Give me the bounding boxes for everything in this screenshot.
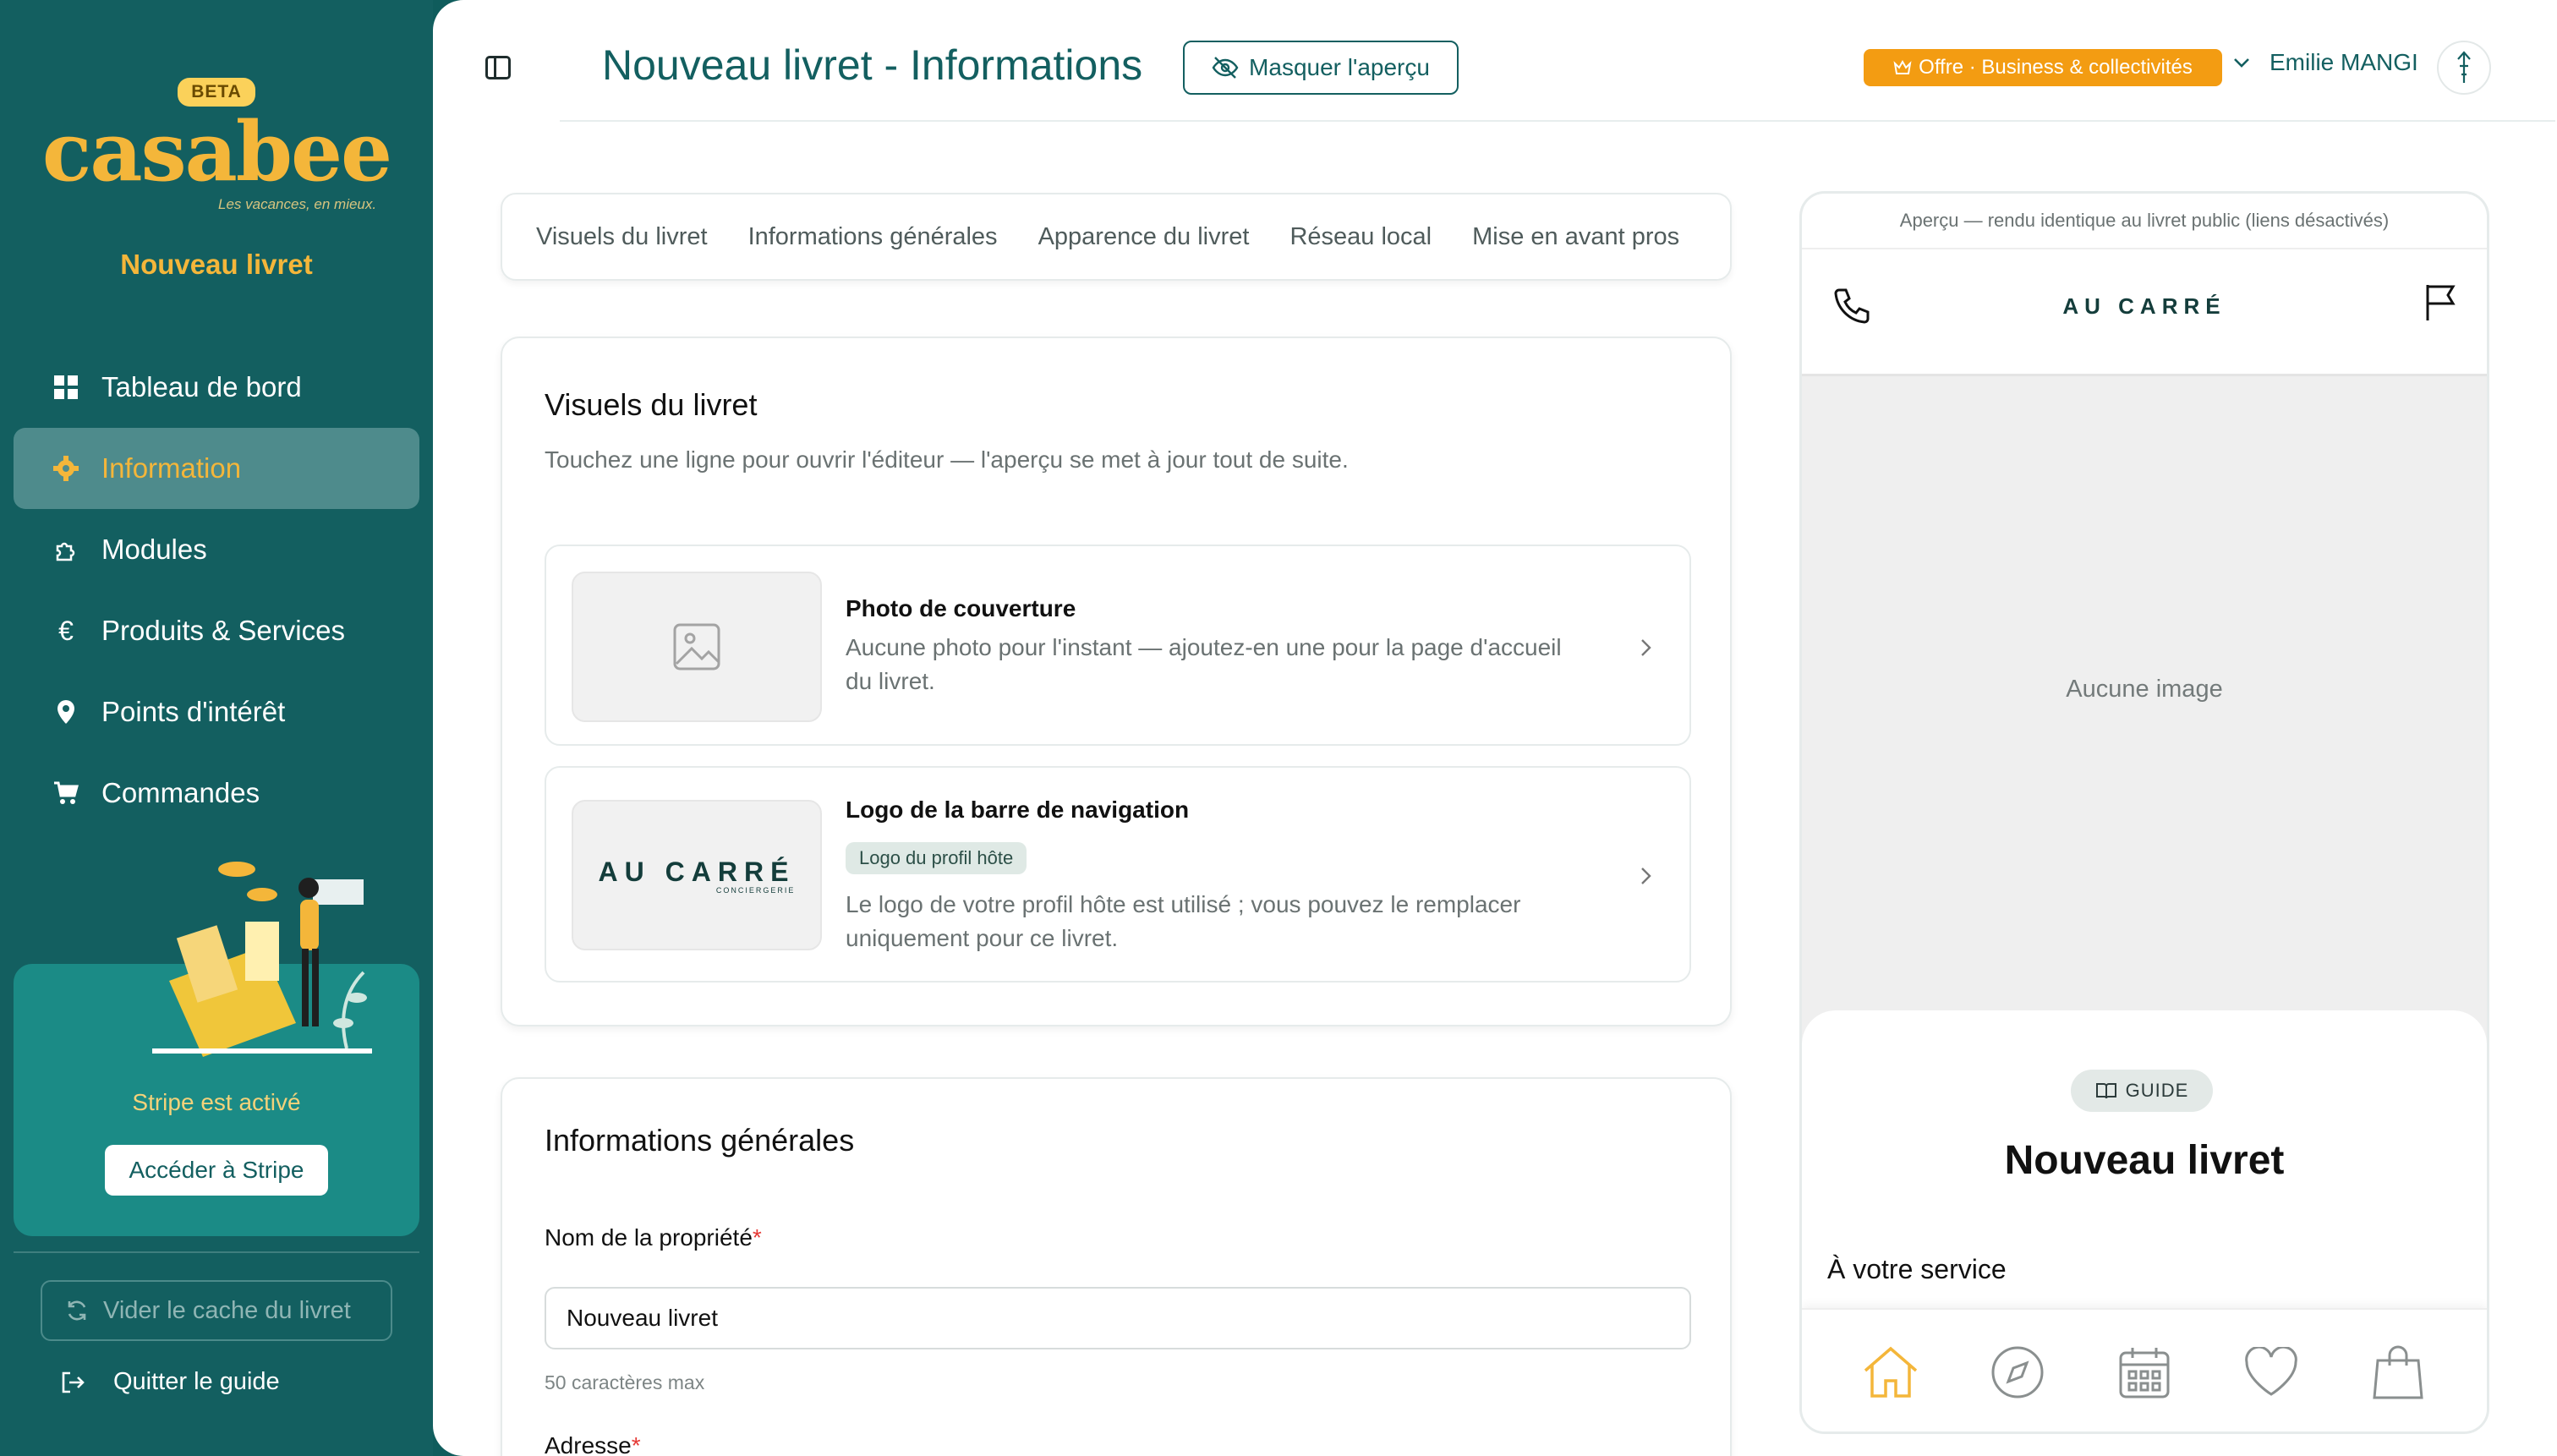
image-icon (673, 623, 720, 671)
chevron-right-icon (1641, 639, 1651, 656)
user-menu[interactable]: Emilie MANGI (2232, 49, 2418, 76)
offer-badge[interactable]: Offre · Business & collectivités (1864, 49, 2222, 86)
sidebar-item-dashboard[interactable]: Tableau de bord (14, 347, 419, 428)
sidebar-item-label: Points d'intérêt (101, 696, 286, 727)
home-icon[interactable] (1860, 1342, 1921, 1403)
nav-logo-thumbnail: AU CARRÉ CONCIERGERIE (572, 800, 822, 950)
hide-preview-label: Masquer l'aperçu (1249, 54, 1430, 80)
address-label: Adresse* (545, 1432, 641, 1456)
tab-reseau-local[interactable]: Réseau local (1289, 223, 1432, 251)
eye-off-icon (1212, 57, 1239, 79)
sidebar-toggle-icon[interactable] (485, 56, 511, 79)
wallet-illustration (152, 862, 372, 1057)
sidebar-item-label: Modules (101, 534, 207, 565)
sidebar-item-label: Produits & Services (101, 615, 345, 646)
euro-icon: € (58, 615, 74, 646)
sidebar: BETA casabee Les vacances, en mieux. Nou… (0, 0, 433, 1456)
infos-card: Informations générales Nom de la proprié… (501, 1077, 1732, 1456)
host-logo-tag: Logo du profil hôte (846, 842, 1027, 874)
preview-header: AU CARRÉ (1802, 249, 2487, 376)
sidebar-booklet-title: Nouveau livret (120, 249, 313, 280)
quit-guide-label: Quitter le guide (113, 1368, 280, 1395)
book-icon (2095, 1083, 2116, 1099)
preview-brand-logo: AU CARRÉ (2062, 293, 2226, 319)
crown-icon (1893, 59, 1912, 74)
page-title: Nouveau livret - Informations (602, 41, 1143, 89)
brand: BETA casabee Les vacances, en mieux. (0, 78, 433, 212)
heart-icon[interactable] (2241, 1342, 2302, 1403)
main-content: Nouveau livret - Informations Masquer l'… (433, 0, 2557, 1456)
quit-guide-link[interactable]: Quitter le guide (59, 1368, 280, 1396)
shopping-bag-icon[interactable] (2368, 1342, 2428, 1403)
preview-no-image: Aucune image (2066, 676, 2223, 703)
logo-tagline: Les vacances, en mieux. (218, 196, 377, 212)
sidebar-item-poi[interactable]: Points d'intérêt (14, 671, 419, 753)
visuels-subtitle: Touchez une ligne pour ouvrir l'éditeur … (545, 446, 1349, 473)
preview-title: Nouveau livret (2004, 1138, 2285, 1183)
sidebar-item-orders[interactable]: Commandes (14, 753, 419, 834)
refresh-icon (68, 1300, 86, 1321)
preview-bottom-nav (1802, 1308, 2487, 1431)
property-name-label: Nom de la propriété* (545, 1224, 762, 1251)
tab-visuels[interactable]: Visuels du livret (536, 223, 708, 251)
cart-icon (52, 780, 79, 807)
user-name: Emilie MANGI (2270, 49, 2418, 75)
gear-icon (52, 455, 79, 482)
nav-logo-desc: Le logo de votre profil hôte est utilisé… (846, 891, 1521, 951)
hide-preview-button[interactable]: Masquer l'aperçu (1183, 41, 1459, 95)
clear-cache-label: Vider le cache du livret (103, 1296, 351, 1324)
guide-badge: GUIDE (2071, 1070, 2213, 1112)
casabee-logo[interactable]: casabee (0, 110, 433, 194)
map-pin-icon (52, 698, 79, 725)
flag-icon (2426, 285, 2456, 320)
puzzle-icon (52, 536, 79, 563)
tab-apparence[interactable]: Apparence du livret (1038, 223, 1250, 251)
dashboard-icon (52, 374, 79, 401)
cover-photo-placeholder (572, 572, 822, 722)
sidebar-item-label: Tableau de bord (101, 371, 302, 402)
preview-section-title: À votre service (1827, 1254, 2007, 1284)
sidebar-item-information[interactable]: Information (14, 428, 419, 509)
stripe-button[interactable]: Accéder à Stripe (105, 1145, 328, 1196)
cover-photo-title: Photo de couverture (846, 595, 1076, 621)
booklet-preview: Aperçu — rendu identique au livret publi… (1799, 191, 2489, 1434)
sidebar-item-products[interactable]: € Produits & Services (14, 590, 419, 671)
cover-photo-desc: Aucune photo pour l'instant — ajoutez-en… (846, 634, 1562, 694)
au-carre-logo: AU CARRÉ (598, 856, 796, 887)
nav-logo-title: Logo de la barre de navigation (846, 796, 1190, 823)
clear-cache-button[interactable]: Vider le cache du livret (41, 1280, 392, 1341)
topbar: Nouveau livret - Informations Masquer l'… (433, 0, 2557, 127)
tab-mise-en-avant[interactable]: Mise en avant pros (1472, 223, 1679, 251)
infos-title: Informations générales (545, 1123, 855, 1158)
tab-infos-generales[interactable]: Informations générales (748, 223, 998, 251)
section-tabs: Visuels du livret Informations générales… (501, 193, 1732, 281)
sidebar-nav: Tableau de bord Information Modules € Pr… (14, 347, 419, 834)
property-name-hint: 50 caractères max (545, 1371, 705, 1393)
topbar-divider (560, 120, 2555, 122)
visuels-title: Visuels du livret (545, 387, 758, 422)
cover-photo-row[interactable]: Photo de couverture Aucune photo pour l'… (545, 545, 1691, 746)
user-avatar-icon (2457, 51, 2471, 83)
sidebar-item-label: Information (101, 452, 242, 484)
sidebar-item-label: Commandes (101, 777, 260, 808)
nav-logo-row[interactable]: AU CARRÉ CONCIERGERIE Logo de la barre d… (545, 766, 1691, 983)
offer-badge-label: Offre · Business & collectivités (1919, 56, 2193, 79)
beta-badge: BETA (178, 78, 255, 107)
avatar[interactable] (2437, 41, 2491, 95)
chevron-down-icon (2234, 58, 2249, 68)
preview-caption: Aperçu — rendu identique au livret publi… (1802, 194, 2487, 249)
property-name-input[interactable]: Nouveau livret (545, 1287, 1691, 1349)
sidebar-item-modules[interactable]: Modules (14, 509, 419, 590)
stripe-status: Stripe est activé (132, 1089, 301, 1115)
logout-icon (62, 1371, 85, 1393)
app: BETA casabee Les vacances, en mieux. Nou… (0, 0, 2557, 1456)
sidebar-divider (14, 1251, 419, 1253)
calendar-icon[interactable] (2114, 1342, 2175, 1403)
visuels-card: Visuels du livret Touchez une ligne pour… (501, 337, 1732, 1026)
compass-icon[interactable] (1987, 1342, 2048, 1403)
chevron-right-icon (1641, 868, 1651, 884)
